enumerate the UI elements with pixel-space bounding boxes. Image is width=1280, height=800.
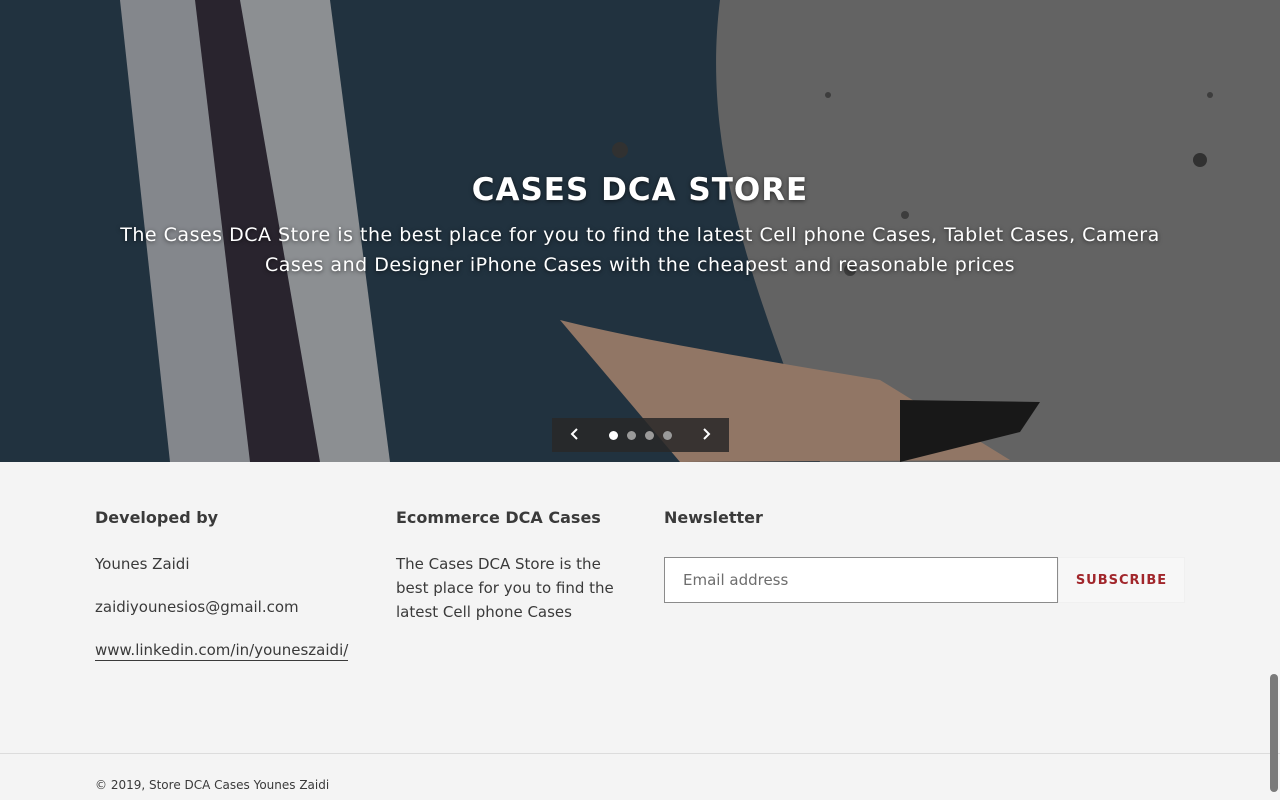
page-scrollbar[interactable] xyxy=(1270,674,1278,792)
hero-description: The Cases DCA Store is the best place fo… xyxy=(120,224,1160,276)
slide-dots xyxy=(609,430,672,440)
linkedin-link[interactable]: www.linkedin.com/in/youneszaidi/ xyxy=(95,640,349,661)
about-text: The Cases DCA Store is the best place fo… xyxy=(396,555,614,621)
hero-title: CASES DCA STORE xyxy=(471,172,809,208)
newsletter-title: Newsletter xyxy=(664,508,763,527)
slideshow-controls xyxy=(552,418,729,452)
slide-dot-2[interactable] xyxy=(627,430,636,440)
about-title: Ecommerce DCA Cases xyxy=(396,508,601,527)
slide-dot-1[interactable] xyxy=(609,430,618,440)
copyright-text: © 2019, Store DCA Cases Younes Zaidi xyxy=(95,778,330,792)
hero-slideshow: CASES DCA STORE The Cases DCA Store is t… xyxy=(0,0,1280,462)
subscribe-button[interactable]: SUBSCRIBE xyxy=(1058,557,1185,603)
hero-content: CASES DCA STORE The Cases DCA Store is t… xyxy=(0,168,1280,280)
slide-dot-4[interactable] xyxy=(663,430,672,440)
slide-dot-3[interactable] xyxy=(645,430,654,440)
developed-by-title: Developed by xyxy=(95,508,219,527)
developer-name: Younes Zaidi xyxy=(95,555,190,573)
footer-divider xyxy=(0,753,1280,754)
email-input[interactable] xyxy=(664,557,1058,603)
chevron-right-icon[interactable] xyxy=(699,428,713,442)
site-footer: Developed by Younes Zaidi zaidiyounesios… xyxy=(0,462,1280,800)
chevron-left-icon[interactable] xyxy=(568,428,582,442)
developer-email: zaidiyounesios@gmail.com xyxy=(95,598,299,616)
